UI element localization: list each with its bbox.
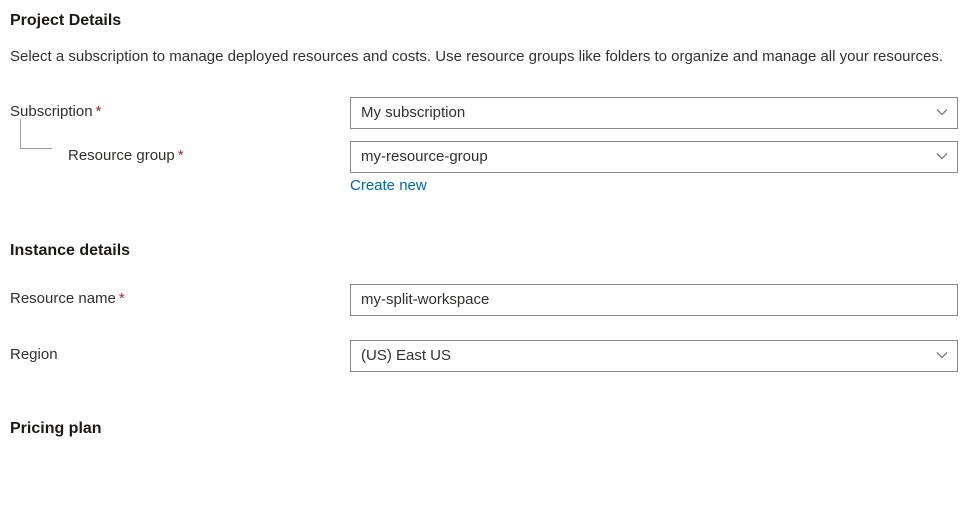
subscription-label: Subscription*: [10, 97, 350, 120]
instance-details-heading: Instance details: [10, 242, 963, 260]
region-select[interactable]: (US) East US: [350, 340, 958, 372]
resource-name-label: Resource name*: [10, 284, 350, 307]
pricing-plan-heading: Pricing plan: [10, 420, 963, 438]
subscription-select[interactable]: My subscription: [350, 97, 958, 129]
resource-name-input[interactable]: [350, 284, 958, 316]
required-indicator: *: [119, 290, 125, 307]
tree-connector-icon: [20, 119, 52, 149]
resource-group-select[interactable]: my-resource-group: [350, 141, 958, 173]
project-details-description: Select a subscription to manage deployed…: [10, 46, 950, 69]
create-new-link[interactable]: Create new: [350, 177, 427, 194]
required-indicator: *: [178, 147, 184, 164]
project-details-heading: Project Details: [10, 12, 963, 30]
region-label: Region: [10, 340, 350, 363]
required-indicator: *: [96, 103, 102, 120]
resource-group-label: Resource group*: [10, 141, 350, 164]
